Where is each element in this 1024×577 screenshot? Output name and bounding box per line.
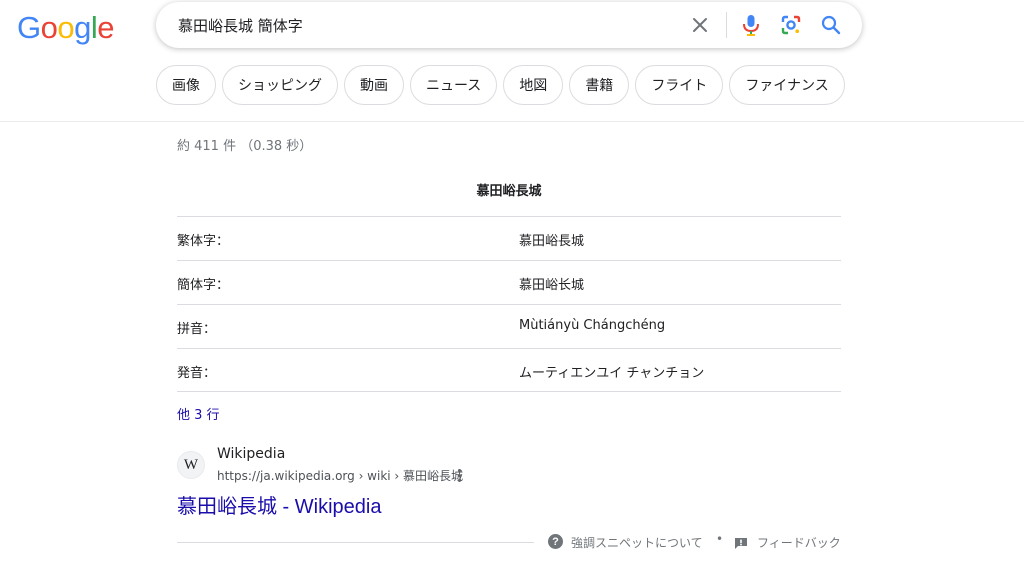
footer-separator: • [716, 532, 724, 546]
row-value: Mùtiányù Chángchéng [519, 318, 666, 333]
result-stats: 約 411 件 （0.38 秒） [177, 139, 313, 154]
site-url[interactable]: https://ja.wikipedia.org › wiki › 慕田峪長城 [217, 467, 463, 484]
result-title-link[interactable]: 慕田峪長城 - Wikipedia [177, 490, 381, 519]
about-snippets-link[interactable]: 強調スニペットについて [571, 534, 703, 551]
microphone-icon[interactable] [740, 13, 762, 37]
table-row: 発音： ムーティエンユイ チャンチョン [177, 348, 841, 392]
chip-news[interactable]: ニュース [410, 65, 498, 105]
chip-finance[interactable]: ファイナンス [729, 65, 845, 105]
logo-letter: o [40, 10, 58, 45]
row-key: 繁体字： [177, 234, 230, 249]
logo-letter: G [17, 10, 41, 45]
search-input[interactable]: 慕田峪長城 簡体字 [178, 15, 303, 36]
feedback-link[interactable]: フィードバック [757, 534, 841, 551]
row-value: ムーティエンユイ チャンチョン [519, 366, 705, 381]
footer-divider [177, 542, 534, 543]
search-icon[interactable] [820, 14, 842, 36]
header-divider [0, 121, 1024, 122]
google-logo[interactable]: Google [17, 10, 115, 46]
chip-videos[interactable]: 動画 [344, 65, 404, 105]
chip-shopping[interactable]: ショッピング [222, 65, 338, 105]
table-divider [177, 391, 841, 392]
filter-chips: 画像 ショッピング 動画 ニュース 地図 書籍 フライト ファイナンス [156, 65, 845, 105]
logo-letter: o [57, 10, 75, 45]
search-divider [726, 12, 727, 38]
chip-images[interactable]: 画像 [156, 65, 216, 105]
row-value: 慕田峪长城 [519, 278, 585, 293]
logo-letter: g [74, 10, 91, 45]
lens-icon[interactable] [780, 14, 802, 36]
chip-books[interactable]: 書籍 [569, 65, 630, 105]
chip-maps[interactable]: 地図 [503, 65, 564, 105]
row-key: 簡体字： [177, 278, 230, 293]
feedback-icon[interactable] [734, 535, 748, 549]
table-row: 簡体字： 慕田峪长城 [177, 260, 841, 304]
site-name[interactable]: Wikipedia [217, 446, 285, 462]
chip-flights[interactable]: フライト [635, 65, 724, 105]
row-key: 発音： [177, 366, 217, 381]
search-box[interactable]: 慕田峪長城 簡体字 [156, 2, 862, 48]
help-icon[interactable]: ? [548, 534, 563, 549]
more-rows-link[interactable]: 他 3 行 [177, 404, 220, 423]
more-options-icon[interactable] [453, 466, 465, 484]
logo-letter: e [97, 10, 115, 45]
table-row: 繁体字： 慕田峪長城 [177, 216, 841, 260]
row-key: 拼音： [177, 322, 217, 337]
snippet-title: 慕田峪長城 [476, 184, 542, 199]
row-value: 慕田峪長城 [519, 234, 585, 249]
table-row: 拼音： Mùtiányù Chángchéng [177, 304, 841, 348]
wikipedia-icon: W [177, 451, 205, 479]
clear-icon[interactable] [689, 14, 711, 36]
